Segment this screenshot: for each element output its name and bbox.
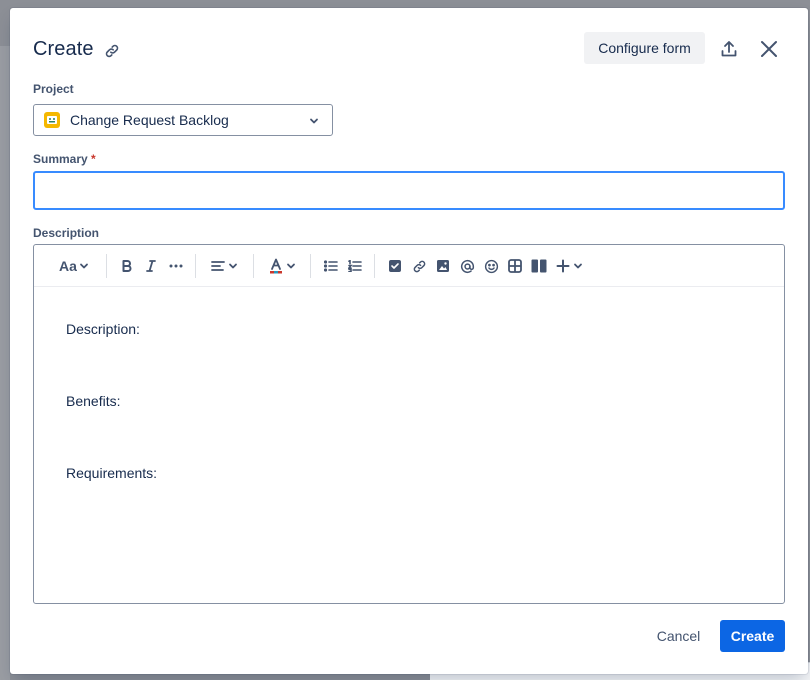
description-heading-line: Description: (66, 321, 140, 337)
export-icon[interactable] (716, 36, 742, 62)
toolbar-divider (195, 254, 196, 278)
description-label: Description (33, 226, 100, 240)
layouts-icon[interactable] (530, 254, 548, 278)
chevron-down-icon (308, 114, 320, 126)
bullet-list-icon[interactable] (322, 254, 340, 278)
cancel-button[interactable]: Cancel (648, 620, 709, 652)
image-icon[interactable] (434, 254, 452, 278)
create-button[interactable]: Create (720, 620, 785, 652)
link-icon[interactable] (104, 43, 120, 59)
numbered-list-icon[interactable] (346, 254, 364, 278)
text-style-dropdown[interactable]: Aa (56, 254, 92, 278)
toolbar-divider (106, 254, 107, 278)
chevron-down-icon (80, 263, 88, 269)
requirements-heading-line: Requirements: (66, 465, 158, 481)
link-icon[interactable] (410, 254, 428, 278)
summary-input[interactable] (33, 171, 785, 210)
project-avatar-icon (44, 112, 60, 128)
close-icon[interactable] (756, 36, 782, 62)
bold-icon[interactable] (118, 254, 136, 278)
insert-plus-icon[interactable] (554, 254, 584, 278)
italic-icon[interactable] (142, 254, 160, 278)
create-issue-dialog: Create Configure form Project Change Req… (10, 8, 808, 674)
emoji-icon[interactable] (482, 254, 500, 278)
text-style-label: Aa (59, 258, 77, 274)
dialog-title: Create (33, 38, 94, 60)
required-indicator: * (91, 152, 96, 166)
toolbar-divider (374, 254, 375, 278)
backdrop-page (0, 46, 10, 680)
mention-icon[interactable] (458, 254, 476, 278)
text-color-icon[interactable] (266, 254, 298, 278)
project-select[interactable]: Change Request Backlog (33, 104, 333, 136)
toolbar-divider (310, 254, 311, 278)
editor-toolbar: Aa (34, 245, 784, 287)
table-icon[interactable] (506, 254, 524, 278)
toolbar-divider (253, 254, 254, 278)
align-icon[interactable] (208, 254, 240, 278)
more-formatting-icon[interactable] (166, 254, 186, 278)
project-select-value: Change Request Backlog (70, 112, 229, 128)
configure-form-button[interactable]: Configure form (584, 32, 705, 64)
summary-label-text: Summary (33, 152, 88, 166)
action-item-checkbox-icon[interactable] (386, 254, 404, 278)
benefits-heading-line: Benefits: (66, 393, 121, 409)
project-label: Project (33, 82, 74, 96)
description-editor[interactable]: Aa Description: Benefits: Requirements: (33, 244, 785, 604)
summary-label: Summary * (33, 152, 96, 166)
